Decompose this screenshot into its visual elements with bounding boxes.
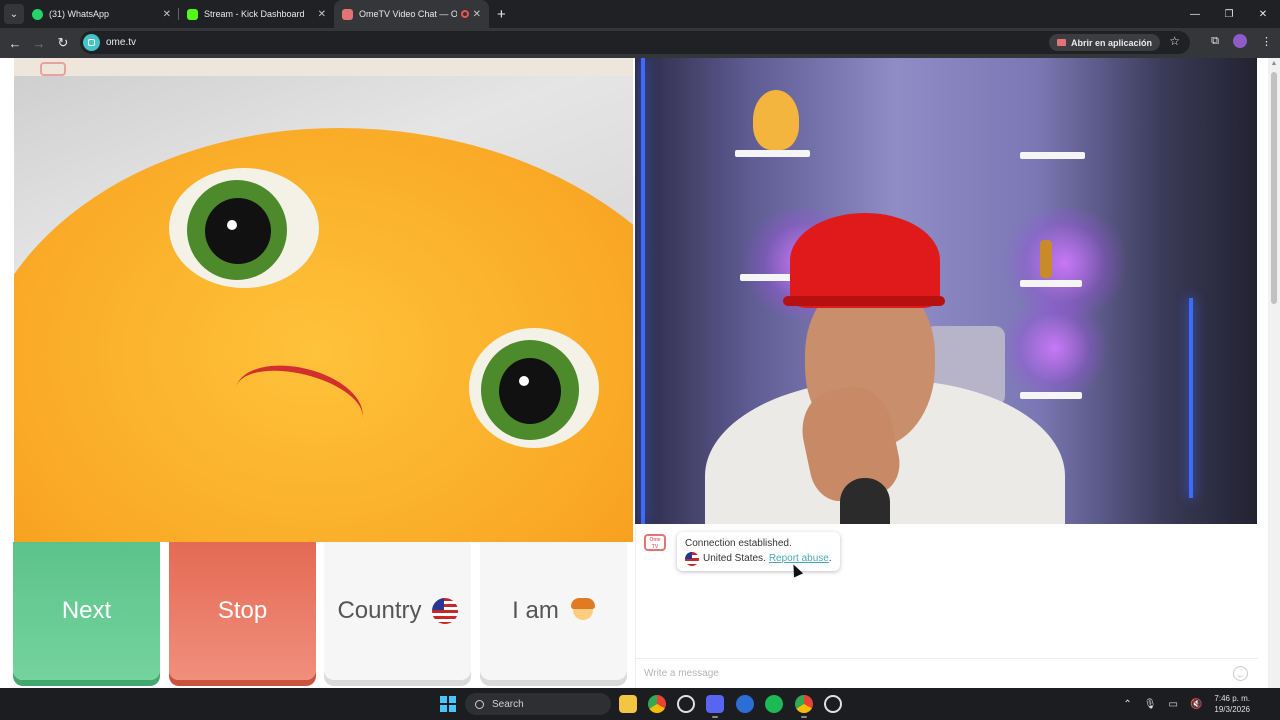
wall-shelf: [1020, 392, 1082, 399]
iam-label: I am: [512, 597, 559, 624]
ometv-chat-logo: Ome TV: [644, 534, 666, 551]
microphone: [840, 478, 890, 524]
minimize-button[interactable]: —: [1178, 0, 1212, 28]
plush-right-eye: [469, 328, 599, 448]
plush-figure: [753, 90, 799, 150]
country-button[interactable]: Country: [324, 542, 471, 680]
scrollbar-thumb[interactable]: [1271, 72, 1277, 304]
blue-led-strip: [641, 58, 645, 524]
app-icon[interactable]: [736, 695, 754, 713]
page-scrollbar[interactable]: ▲: [1268, 58, 1280, 688]
toolbar-actions: ⧉ ⋮: [1211, 34, 1272, 48]
hard-hat-brim: [783, 296, 945, 306]
address-bar[interactable]: ome.tv Abrir en aplicación ☆: [80, 31, 1190, 54]
wall-shelf: [735, 150, 810, 157]
ometv-page: Next Stop Country I am Ome TV Connection…: [0, 58, 1280, 688]
wall-shelf: [1020, 280, 1082, 287]
next-button[interactable]: Next: [13, 542, 160, 680]
us-flag-icon: [431, 598, 458, 624]
system-message: Connection established. United States. R…: [677, 532, 840, 571]
tab-ometv[interactable]: OmeTV Video Chat — Ome ✕: [334, 0, 489, 28]
boy-avatar-icon: [570, 598, 595, 624]
close-icon[interactable]: ✕: [473, 9, 481, 20]
close-icon[interactable]: ✕: [163, 9, 171, 20]
discord-icon[interactable]: [706, 695, 724, 718]
open-in-app-button[interactable]: Abrir en aplicación: [1048, 34, 1160, 51]
site-info-icon[interactable]: [83, 34, 100, 51]
chrome-icon[interactable]: [648, 695, 666, 713]
local-video: [14, 58, 633, 542]
spotify-icon[interactable]: [765, 695, 783, 713]
browser-toolbar: ← → ↻ ome.tv Abrir en aplicación ☆ ⧉ ⋮: [0, 28, 1280, 58]
country-label: Country: [337, 597, 422, 624]
app-icon[interactable]: [824, 695, 842, 713]
search-placeholder: Search: [492, 698, 524, 710]
microphone-icon[interactable]: 🎙: [1144, 699, 1157, 710]
plush-left-eye: [169, 168, 319, 288]
tab-title: (31) WhatsApp: [49, 9, 110, 19]
forward-button[interactable]: →: [27, 36, 51, 51]
message-input[interactable]: [644, 668, 1204, 679]
close-icon[interactable]: ✕: [318, 9, 326, 20]
volume-muted-icon[interactable]: 🔇: [1190, 699, 1202, 710]
tab-whatsapp[interactable]: (31) WhatsApp ✕: [24, 0, 179, 28]
file-explorer-icon[interactable]: [619, 695, 637, 713]
windows-taskbar: Search ⌃ 🎙 ▭ 🔇 7:46 p. m. 19/3/2026: [0, 688, 1280, 720]
tab-title: OmeTV Video Chat — Ome: [359, 9, 457, 19]
chat-input-bar: [636, 658, 1258, 688]
ometv-logo-icon: [40, 62, 66, 76]
back-button[interactable]: ←: [3, 36, 27, 51]
url-text: ome.tv: [106, 37, 137, 48]
clock-time: 7:46 p. m.: [1214, 694, 1250, 703]
video-top-strip: [14, 58, 633, 76]
blue-led-strip: [1189, 298, 1193, 498]
maximize-button[interactable]: ❐: [1212, 0, 1246, 28]
clock-date: 19/3/2026: [1214, 705, 1250, 714]
chat-panel: Ome TV Connection established. United St…: [635, 524, 1258, 688]
close-window-button[interactable]: ✕: [1246, 0, 1280, 28]
trophy-figure: [1040, 240, 1052, 278]
tab-title: Stream - Kick Dashboard: [204, 9, 305, 19]
chatgpt-icon[interactable]: [677, 695, 695, 713]
menu-icon[interactable]: ⋮: [1261, 35, 1272, 48]
emoji-icon[interactable]: [1233, 666, 1248, 681]
scroll-up-icon[interactable]: ▲: [1268, 58, 1280, 70]
new-tab-button[interactable]: +: [497, 6, 506, 23]
stop-label: Stop: [217, 597, 268, 624]
connection-status: Connection established.: [685, 538, 792, 549]
us-flag-icon: [685, 551, 699, 566]
kick-icon: [187, 8, 198, 20]
browser-tab-bar: ⌄ (31) WhatsApp ✕ Stream - Kick Dashboar…: [0, 0, 1280, 28]
system-tray: ⌃ 🎙 ▭ 🔇 7:46 p. m. 19/3/2026: [1123, 688, 1280, 720]
network-icon[interactable]: ▭: [1169, 699, 1178, 710]
windows-start-icon[interactable]: [440, 696, 456, 712]
search-icon: [475, 699, 484, 709]
chrome-profile-icon[interactable]: [795, 695, 813, 718]
bookmark-star-icon[interactable]: ☆: [1169, 34, 1180, 48]
ometv-icon: [342, 8, 353, 20]
wall-shelf: [1020, 152, 1085, 159]
purple-shelf-light: [995, 298, 1115, 398]
taskbar-clock[interactable]: 7:46 p. m. 19/3/2026: [1214, 693, 1250, 715]
red-hard-hat: [790, 213, 940, 308]
reload-button[interactable]: ↻: [51, 35, 75, 51]
window-controls: — ❐ ✕: [1178, 0, 1280, 28]
stranger-country: United States.: [703, 553, 766, 564]
whatsapp-icon: [32, 8, 43, 20]
profile-avatar[interactable]: [1233, 34, 1247, 48]
tab-kick-dashboard[interactable]: Stream - Kick Dashboard ✕: [179, 0, 334, 28]
stop-button[interactable]: Stop: [169, 542, 316, 680]
extensions-icon[interactable]: ⧉: [1211, 35, 1219, 48]
next-label: Next: [61, 597, 112, 624]
gender-button[interactable]: I am: [480, 542, 627, 680]
stranger-video: [635, 58, 1257, 524]
tab-search-button[interactable]: ⌄: [4, 4, 24, 24]
taskbar-search[interactable]: Search: [465, 693, 611, 715]
chevron-up-icon[interactable]: ⌃: [1123, 699, 1131, 710]
recording-icon: [460, 10, 469, 18]
